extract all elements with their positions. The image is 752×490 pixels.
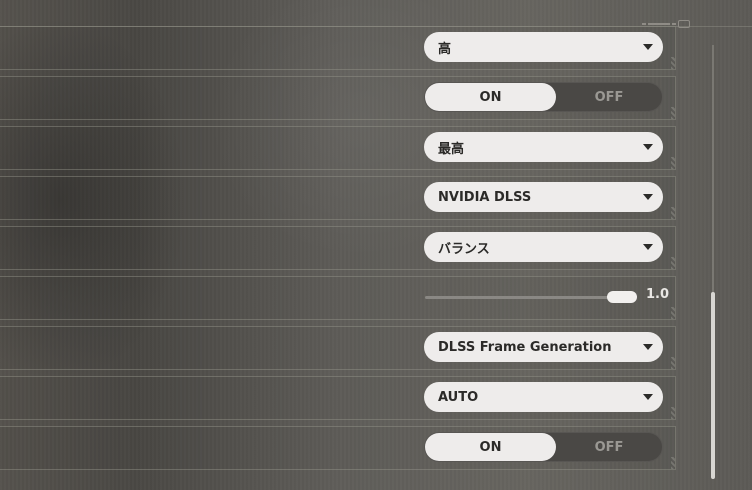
toggle-on-option[interactable]: ON [425,83,556,111]
setting-row: ON OFF [0,426,676,470]
dropdown-value: バランス [438,241,490,257]
on-off-toggle[interactable]: ON OFF [424,432,663,462]
toggle-off-option[interactable]: OFF [556,83,662,111]
setting-dropdown[interactable]: AUTO [424,382,663,412]
top-bar [0,0,752,28]
setting-row: NVIDIA DLSS [0,176,676,220]
on-off-toggle[interactable]: ON OFF [424,82,663,112]
setting-slider[interactable] [425,291,637,303]
setting-row: 高 [0,26,676,70]
setting-dropdown[interactable]: NVIDIA DLSS [424,182,663,212]
slider-handle[interactable] [607,291,637,303]
setting-dropdown[interactable]: 最高 [424,132,663,162]
vertical-scrollbar[interactable] [711,45,715,479]
setting-dropdown[interactable]: 高 [424,32,663,62]
chevron-down-icon [643,194,653,200]
setting-row: AUTO [0,376,676,420]
toggle-off-option[interactable]: OFF [556,433,662,461]
toggle-on-option[interactable]: ON [425,433,556,461]
scrollbar-thumb[interactable] [711,292,715,479]
setting-row: バランス [0,226,676,270]
dropdown-value: DLSS Frame Generation [438,339,612,355]
chevron-down-icon [643,244,653,250]
dropdown-value: NVIDIA DLSS [438,189,532,205]
setting-row: 1.0 [0,276,676,320]
chevron-down-icon [643,44,653,50]
chevron-down-icon [643,394,653,400]
chevron-down-icon [643,344,653,350]
setting-row: 最高 [0,126,676,170]
dropdown-value: 最高 [438,141,465,157]
setting-row: ON OFF [0,76,676,120]
dropdown-value: 高 [438,41,452,57]
chevron-down-icon [643,144,653,150]
dropdown-value: AUTO [438,389,479,405]
setting-row: DLSS Frame Generation [0,326,676,370]
setting-dropdown[interactable]: DLSS Frame Generation [424,332,663,362]
slider-value: 1.0 [646,287,670,302]
setting-dropdown[interactable]: バランス [424,232,663,262]
